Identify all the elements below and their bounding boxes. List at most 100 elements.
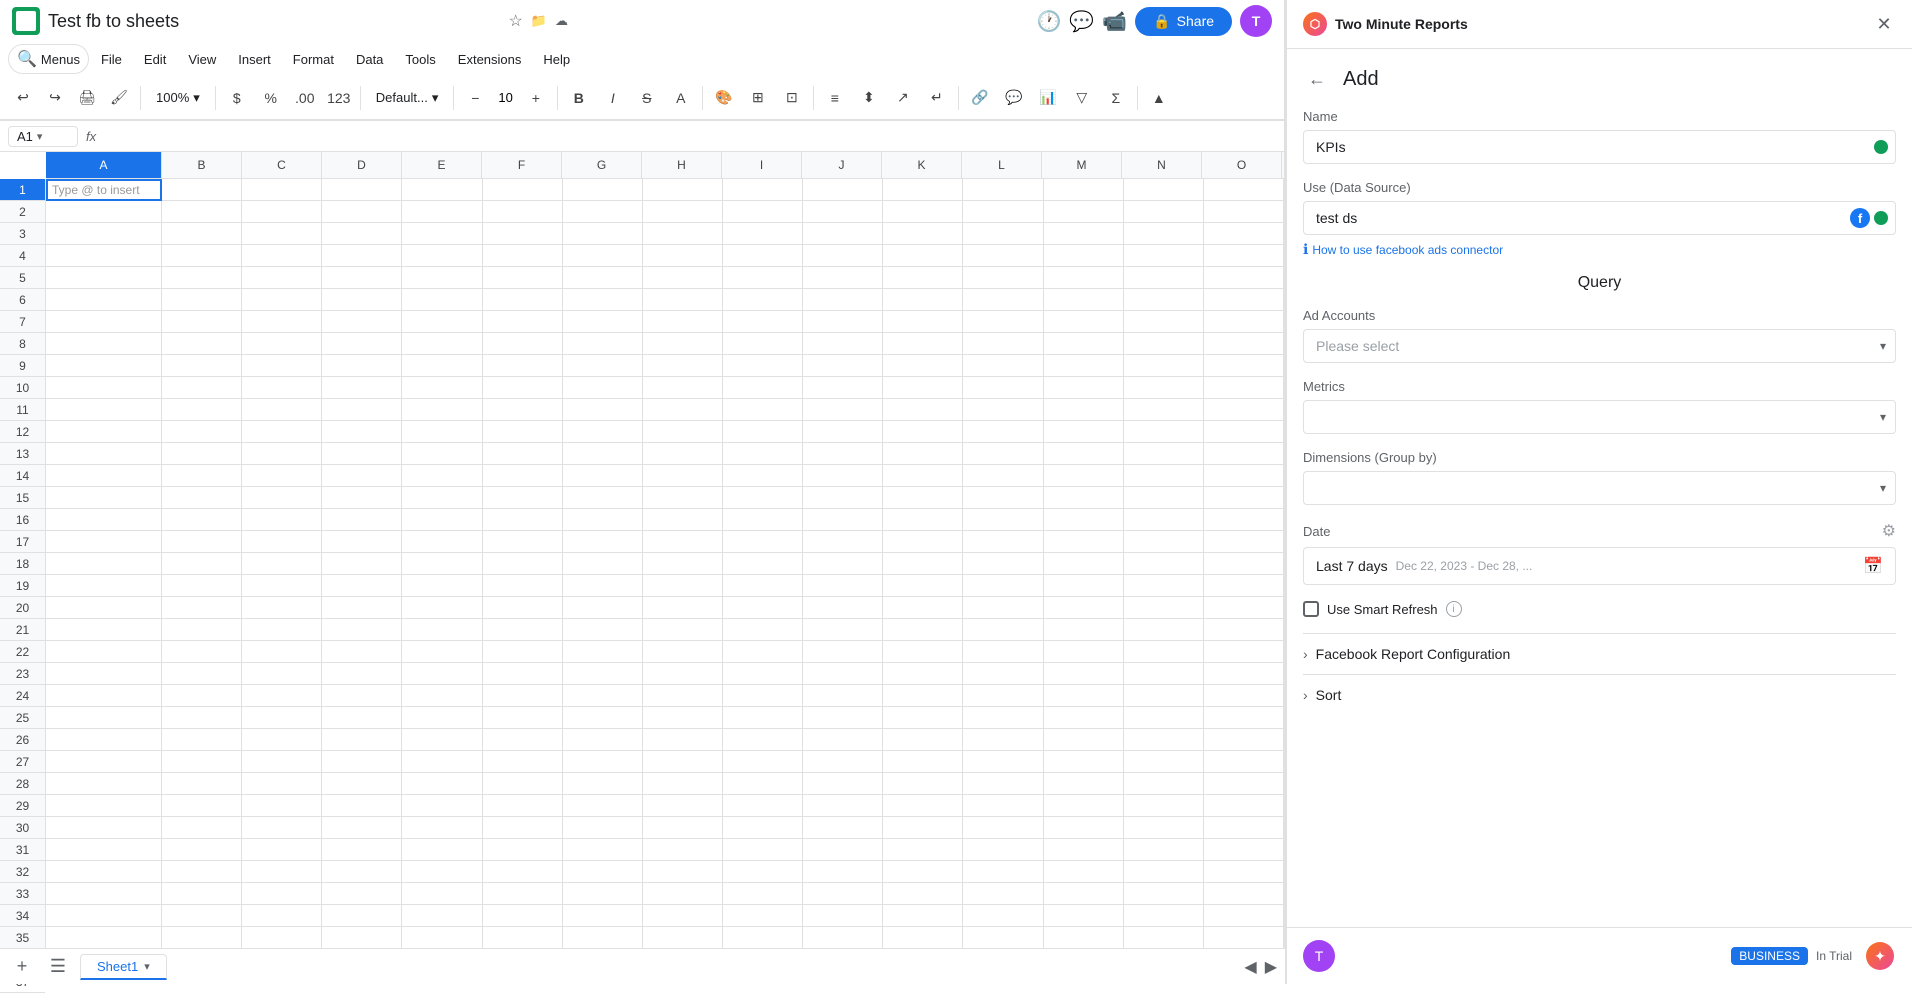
cell-N5[interactable] — [1124, 267, 1204, 289]
cell-C8[interactable] — [242, 333, 322, 355]
cell-I18[interactable] — [723, 553, 803, 575]
cell-L14[interactable] — [963, 465, 1043, 487]
cell-I26[interactable] — [723, 729, 803, 751]
cell-L32[interactable] — [963, 861, 1043, 883]
comment-add-button[interactable]: 💬 — [999, 83, 1029, 113]
dimensions-select[interactable] — [1303, 471, 1896, 505]
row-header-21[interactable]: 21 — [0, 619, 45, 641]
cell-N35[interactable] — [1124, 927, 1204, 949]
cell-E1[interactable] — [402, 179, 482, 201]
facebook-report-config-header[interactable]: › Facebook Report Configuration — [1303, 646, 1896, 662]
cell-M6[interactable] — [1044, 289, 1124, 311]
col-header-D[interactable]: D — [322, 152, 402, 178]
cell-K16[interactable] — [883, 509, 963, 531]
cell-J31[interactable] — [803, 839, 883, 861]
cell-G32[interactable] — [563, 861, 643, 883]
cell-F3[interactable] — [483, 223, 563, 245]
cell-E5[interactable] — [402, 267, 482, 289]
cell-A18[interactable] — [46, 553, 162, 575]
cell-J13[interactable] — [803, 443, 883, 465]
cell-H17[interactable] — [643, 531, 723, 553]
cell-E29[interactable] — [402, 795, 482, 817]
cell-C24[interactable] — [242, 685, 322, 707]
cell-F10[interactable] — [483, 377, 563, 399]
cell-D17[interactable] — [322, 531, 402, 553]
cell-F34[interactable] — [483, 905, 563, 927]
cell-D24[interactable] — [322, 685, 402, 707]
cell-I34[interactable] — [723, 905, 803, 927]
cell-O5[interactable] — [1204, 267, 1284, 289]
cell-K21[interactable] — [883, 619, 963, 641]
cell-C28[interactable] — [242, 773, 322, 795]
cell-H32[interactable] — [643, 861, 723, 883]
cell-F15[interactable] — [483, 487, 563, 509]
cell-A3[interactable] — [46, 223, 162, 245]
cell-M4[interactable] — [1044, 245, 1124, 267]
cell-C2[interactable] — [242, 201, 322, 223]
cell-N13[interactable] — [1124, 443, 1204, 465]
cell-O18[interactable] — [1204, 553, 1284, 575]
smart-refresh-info-icon[interactable]: i — [1446, 601, 1462, 617]
cell-F11[interactable] — [483, 399, 563, 421]
cell-E35[interactable] — [402, 927, 482, 949]
cell-A27[interactable] — [46, 751, 162, 773]
cell-G27[interactable] — [563, 751, 643, 773]
cell-O2[interactable] — [1204, 201, 1284, 223]
cell-K35[interactable] — [883, 927, 963, 949]
row-header-24[interactable]: 24 — [0, 685, 45, 707]
cell-D14[interactable] — [322, 465, 402, 487]
cell-C20[interactable] — [242, 597, 322, 619]
cell-N30[interactable] — [1124, 817, 1204, 839]
cell-L27[interactable] — [963, 751, 1043, 773]
cell-G10[interactable] — [563, 377, 643, 399]
merge-button[interactable]: ⊡ — [777, 83, 807, 113]
cloud-icon[interactable]: ☁ — [555, 13, 568, 29]
col-header-A[interactable]: A — [46, 152, 162, 178]
cell-C7[interactable] — [242, 311, 322, 333]
cell-D12[interactable] — [322, 421, 402, 443]
cell-K23[interactable] — [883, 663, 963, 685]
row-header-23[interactable]: 23 — [0, 663, 45, 685]
cell-G19[interactable] — [563, 575, 643, 597]
row-header-29[interactable]: 29 — [0, 795, 45, 817]
cell-N21[interactable] — [1124, 619, 1204, 641]
cell-M26[interactable] — [1044, 729, 1124, 751]
cell-K7[interactable] — [883, 311, 963, 333]
cell-K12[interactable] — [883, 421, 963, 443]
cell-K34[interactable] — [883, 905, 963, 927]
cell-J19[interactable] — [803, 575, 883, 597]
cell-G15[interactable] — [563, 487, 643, 509]
cell-K33[interactable] — [883, 883, 963, 905]
menu-insert[interactable]: Insert — [228, 48, 281, 71]
cell-I2[interactable] — [723, 201, 803, 223]
cell-L7[interactable] — [963, 311, 1043, 333]
cell-D27[interactable] — [322, 751, 402, 773]
cell-F35[interactable] — [483, 927, 563, 949]
cell-E2[interactable] — [402, 201, 482, 223]
cell-A21[interactable] — [46, 619, 162, 641]
row-header-4[interactable]: 4 — [0, 245, 45, 267]
cell-N2[interactable] — [1124, 201, 1204, 223]
number-format-button[interactable]: 123 — [324, 83, 354, 113]
search-menus[interactable]: 🔍 Menus — [8, 44, 89, 74]
cell-H25[interactable] — [643, 707, 723, 729]
cell-C29[interactable] — [242, 795, 322, 817]
cell-J28[interactable] — [803, 773, 883, 795]
row-header-7[interactable]: 7 — [0, 311, 45, 333]
cell-N12[interactable] — [1124, 421, 1204, 443]
cell-M13[interactable] — [1044, 443, 1124, 465]
cell-H15[interactable] — [643, 487, 723, 509]
cell-B7[interactable] — [162, 311, 242, 333]
cell-B23[interactable] — [162, 663, 242, 685]
cell-M21[interactable] — [1044, 619, 1124, 641]
cell-E12[interactable] — [402, 421, 482, 443]
cell-F22[interactable] — [483, 641, 563, 663]
cell-M25[interactable] — [1044, 707, 1124, 729]
cell-B31[interactable] — [162, 839, 242, 861]
cell-L34[interactable] — [963, 905, 1043, 927]
row-header-16[interactable]: 16 — [0, 509, 45, 531]
cell-H26[interactable] — [643, 729, 723, 751]
cell-D34[interactable] — [322, 905, 402, 927]
italic-button[interactable]: I — [598, 83, 628, 113]
cell-G33[interactable] — [563, 883, 643, 905]
